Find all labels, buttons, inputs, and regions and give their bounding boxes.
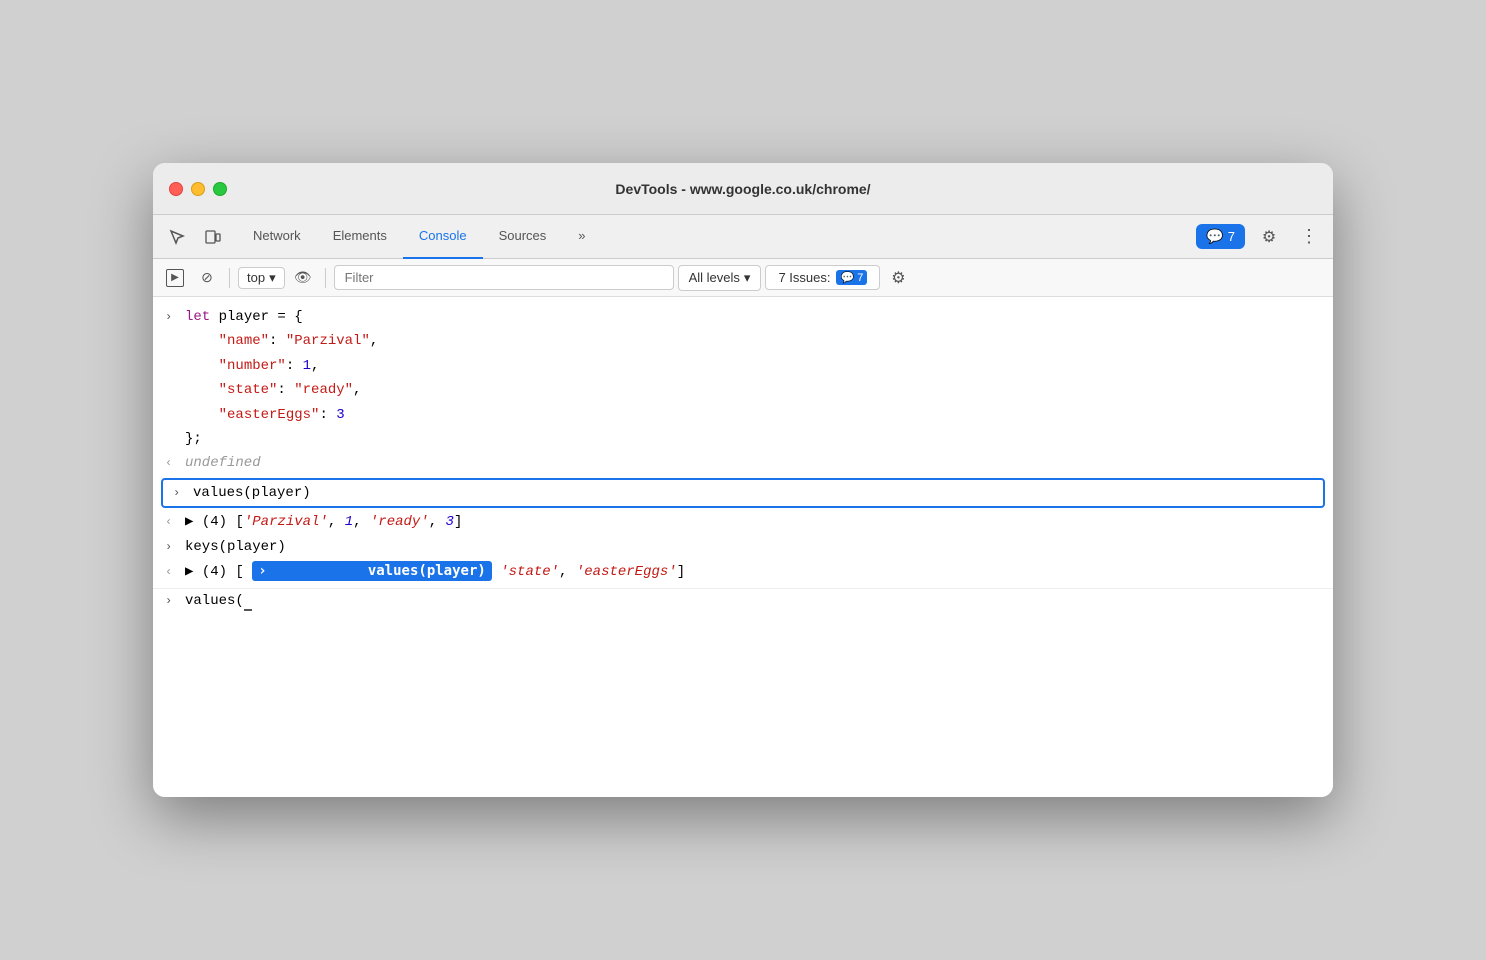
devtools-navbar: Network Elements Console Sources » 💬 7 ⚙ [153,215,1333,259]
block-icon: ⊘ [201,269,213,286]
traffic-lights [169,182,227,196]
dropdown-icon: ▾ [744,270,751,286]
eye-icon: 👁 [294,269,312,286]
console-line-input-partial[interactable]: › values( [153,588,1333,613]
console-output: › let player = { "name": "Parzival", "nu… [153,297,1333,797]
toolbar-divider [229,268,230,288]
tab-console[interactable]: Console [403,215,483,259]
window-title: DevTools - www.google.co.uk/chrome/ [615,181,870,197]
output-arrow-icon: ‹ [165,454,177,473]
tab-more[interactable]: » [562,215,601,259]
console-line-values: › values(player) [163,480,1323,506]
console-line-3: "number": 1, [153,354,1333,378]
toolbar-divider-2 [325,268,326,288]
tab-elements[interactable]: Elements [317,215,403,259]
issues-count-display[interactable]: 7 Issues: 💬 7 [765,265,880,290]
log-levels-button[interactable]: All levels ▾ [678,265,762,291]
console-line-1: › let player = { [153,305,1333,329]
settings-icon: ⚙ [1262,227,1276,247]
context-selector[interactable]: top ▾ [238,267,285,289]
gear-icon: ⚙ [891,268,905,288]
titlebar: DevTools - www.google.co.uk/chrome/ [153,163,1333,215]
minimize-button[interactable] [191,182,205,196]
indent-space [165,430,177,449]
nav-right-controls: 💬 7 ⚙ ⋮ [1196,221,1325,253]
expand-arrow-icon-2[interactable]: › [173,484,185,503]
more-icon: ⋮ [1300,226,1318,247]
close-button[interactable] [169,182,183,196]
console-settings-button[interactable]: ⚙ [884,264,912,292]
more-options-button[interactable]: ⋮ [1293,221,1325,253]
console-line-partial: ‹ ▶ (4) [ › values(player) 'state', 'eas… [153,559,1333,584]
output-arrow-icon-2: ‹ [165,513,177,532]
console-line-values-output: ‹ ▶ (4) ['Parzival', 1, 'ready', 3] [153,510,1333,534]
console-line-undefined: ‹ undefined [153,451,1333,475]
indent-space [165,332,177,351]
console-line-5: "easterEggs": 3 [153,403,1333,427]
device-toolbar-button[interactable] [197,221,229,253]
console-line-keys: › keys(player) [153,535,1333,559]
devtools-window: DevTools - www.google.co.uk/chrome/ Netw… [153,163,1333,797]
outlined-command-row: › values(player) [161,478,1325,508]
tab-network[interactable]: Network [237,215,317,259]
comment-icon: 💬 [1206,228,1223,245]
indent-space [165,381,177,400]
console-line-6: }; [153,427,1333,451]
maximize-button[interactable] [213,182,227,196]
issues-badge-small: 💬 7 [836,270,867,285]
settings-button[interactable]: ⚙ [1253,221,1285,253]
expand-arrow-icon-3[interactable]: › [165,538,177,557]
console-toolbar: ▶ ⊘ top ▾ 👁 All levels ▾ 7 Issues: 💬 7 ⚙ [153,259,1333,297]
eye-button[interactable]: 👁 [289,264,317,292]
inspect-element-button[interactable] [161,221,193,253]
nav-tabs: Network Elements Console Sources » [237,215,1196,258]
execute-icon: ▶ [166,269,184,287]
expand-arrow-icon[interactable]: › [165,308,177,327]
console-line-2: "name": "Parzival", [153,329,1333,353]
indent-space [165,357,177,376]
filter-input[interactable] [334,265,674,290]
nav-icon-group [161,221,229,253]
clear-console-button[interactable]: ▶ [161,264,189,292]
indent-space [165,406,177,425]
output-arrow-icon-3: ‹ [165,563,177,582]
input-prompt-icon: › [165,592,177,611]
dropdown-arrow-icon: ▾ [269,270,276,286]
block-button[interactable]: ⊘ [193,264,221,292]
tab-sources[interactable]: Sources [483,215,563,259]
issues-badge[interactable]: 💬 7 [1196,224,1245,249]
console-line-4: "state": "ready", [153,378,1333,402]
